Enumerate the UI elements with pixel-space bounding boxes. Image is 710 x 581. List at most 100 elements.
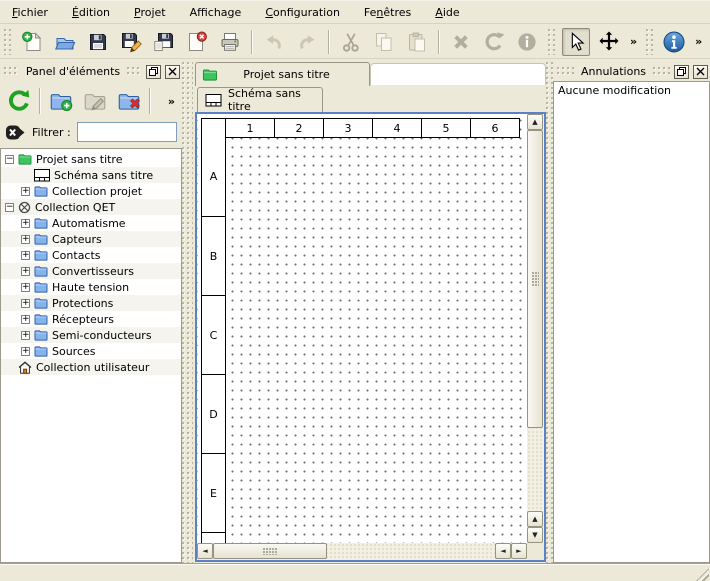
tree-item-semi-conducteurs[interactable]: Semi-conducteurs <box>1 327 181 343</box>
tree-item-label: Collection QET <box>35 201 115 214</box>
tree-item-label: Automatisme <box>52 217 126 230</box>
panel-toolbar-overflow-chevron[interactable]: » <box>166 95 177 108</box>
folder-icon <box>34 345 48 357</box>
expand-expander[interactable] <box>21 235 30 244</box>
tree-item-automatisme[interactable]: Automatisme <box>1 215 181 231</box>
expand-expander[interactable] <box>21 187 30 196</box>
mdi-tabbar-empty-area <box>370 63 546 85</box>
tree-item-collection-projet[interactable]: Collection projet <box>1 183 181 199</box>
collapse-expander[interactable] <box>5 155 14 164</box>
dock-float-button[interactable] <box>674 65 689 79</box>
folder-icon <box>34 265 48 277</box>
scroll-down-button[interactable]: ▼ <box>527 527 543 543</box>
diagram-view: 1 2 3 4 5 6 A B C D E ▲ ▲ ▼ <box>195 112 546 562</box>
redo-button[interactable] <box>293 28 321 56</box>
print-button[interactable] <box>216 28 244 56</box>
filter-input[interactable] <box>77 122 177 142</box>
project-tab-label: Projet sans titre <box>218 68 369 81</box>
save-as-button[interactable] <box>117 28 145 56</box>
diagram-canvas[interactable]: 1 2 3 4 5 6 A B C D E <box>197 114 527 543</box>
column-label: 2 <box>274 119 323 137</box>
tree-item-sources[interactable]: Sources <box>1 343 181 359</box>
menu-configuration[interactable]: Configuration <box>256 3 349 22</box>
horizontal-scrollbar[interactable]: ◄ ◄ ► <box>197 543 527 560</box>
folder-icon <box>34 329 48 341</box>
vertical-scrollbar-thumb[interactable] <box>527 130 543 428</box>
tree-item-recepteurs[interactable]: Récepteurs <box>1 311 181 327</box>
move-tool-button[interactable] <box>595 28 623 56</box>
undo-panel-titlebar[interactable]: Annulations <box>553 62 710 81</box>
tree-item-collection-utilisateur[interactable]: Collection utilisateur <box>1 359 181 375</box>
undo-list-item[interactable]: Aucune modification <box>558 84 705 97</box>
dock-close-button[interactable] <box>165 65 180 79</box>
tree-item-capteurs[interactable]: Capteurs <box>1 231 181 247</box>
select-tool-button[interactable] <box>562 28 590 56</box>
paste-button[interactable] <box>403 28 431 56</box>
menu-fenetres[interactable]: Fenêtres <box>355 3 420 22</box>
tree-item-protections[interactable]: Protections <box>1 295 181 311</box>
float-icon <box>149 67 158 76</box>
expand-expander[interactable] <box>21 219 30 228</box>
menu-edition[interactable]: Édition <box>63 3 119 22</box>
tree-item-collection-qet[interactable]: Collection QET <box>1 199 181 215</box>
dock-close-button[interactable] <box>693 65 708 79</box>
resize-grip[interactable] <box>696 568 709 581</box>
expand-expander[interactable] <box>21 267 30 276</box>
menu-affichage[interactable]: Affichage <box>181 3 251 22</box>
rotate-button[interactable] <box>480 28 508 56</box>
diagram-info-button[interactable] <box>660 28 688 56</box>
scroll-left-button-right[interactable]: ◄ <box>495 543 511 559</box>
delete-category-button[interactable] <box>115 87 143 115</box>
menu-aide[interactable]: Aide <box>426 3 468 22</box>
save-all-button[interactable] <box>150 28 178 56</box>
toolbar-drag-handle[interactable] <box>646 29 653 55</box>
left-dock-splitter[interactable] <box>182 62 193 563</box>
scroll-up-button-bottom[interactable]: ▲ <box>527 511 543 527</box>
scroll-right-button[interactable]: ► <box>511 543 527 559</box>
save-button[interactable] <box>84 28 112 56</box>
tree-item-haute-tension[interactable]: Haute tension <box>1 279 181 295</box>
new-document-button[interactable] <box>18 28 46 56</box>
project-window-tab[interactable]: Projet sans titre <box>195 62 370 86</box>
expand-expander[interactable] <box>21 251 30 260</box>
toolbar-overflow-chevron[interactable]: » <box>693 35 704 48</box>
toolbar-drag-handle[interactable] <box>548 29 555 55</box>
menu-fichier[interactable]: Fichier <box>3 3 57 22</box>
edit-category-button[interactable] <box>81 87 109 115</box>
expand-expander[interactable] <box>21 283 30 292</box>
new-category-button[interactable] <box>47 87 75 115</box>
close-document-button[interactable] <box>183 28 211 56</box>
collapse-expander[interactable] <box>5 203 14 212</box>
home-icon <box>18 361 32 374</box>
tree-item-projet-sans-titre[interactable]: Projet sans titre <box>1 151 181 167</box>
blue-info-icon <box>661 29 687 55</box>
expand-expander[interactable] <box>21 299 30 308</box>
clear-filter-icon[interactable] <box>5 124 26 141</box>
tree-item-contacts[interactable]: Contacts <box>1 247 181 263</box>
menu-projet[interactable]: Projet <box>125 3 175 22</box>
open-document-button[interactable] <box>51 28 79 56</box>
expand-expander[interactable] <box>21 347 30 356</box>
scroll-up-button[interactable]: ▲ <box>527 114 543 130</box>
copy-button[interactable] <box>370 28 398 56</box>
scroll-left-button[interactable]: ◄ <box>197 543 213 559</box>
horizontal-scrollbar-thumb[interactable] <box>213 543 327 559</box>
element-panel-titlebar[interactable]: Panel d'éléments <box>0 62 182 81</box>
right-dock-splitter[interactable] <box>546 62 553 563</box>
element-info-button[interactable] <box>513 28 541 56</box>
undo-history-list[interactable]: Aucune modification <box>553 81 710 563</box>
toolbar-overflow-chevron[interactable]: » <box>628 35 639 48</box>
dock-float-button[interactable] <box>146 65 161 79</box>
delete-button[interactable] <box>447 28 475 56</box>
undo-button[interactable] <box>260 28 288 56</box>
tree-item-convertisseurs[interactable]: Convertisseurs <box>1 263 181 279</box>
expand-expander[interactable] <box>21 331 30 340</box>
tree-item-schema-sans-titre[interactable]: Schéma sans titre <box>1 167 181 183</box>
reload-collections-button[interactable] <box>5 87 33 115</box>
schema-tab[interactable]: Schéma sans titre <box>197 87 323 112</box>
cut-button[interactable] <box>337 28 365 56</box>
folder-icon <box>34 233 48 245</box>
expand-expander[interactable] <box>21 315 30 324</box>
vertical-scrollbar[interactable]: ▲ ▲ ▼ <box>527 114 544 543</box>
toolbar-drag-handle[interactable] <box>4 29 11 55</box>
